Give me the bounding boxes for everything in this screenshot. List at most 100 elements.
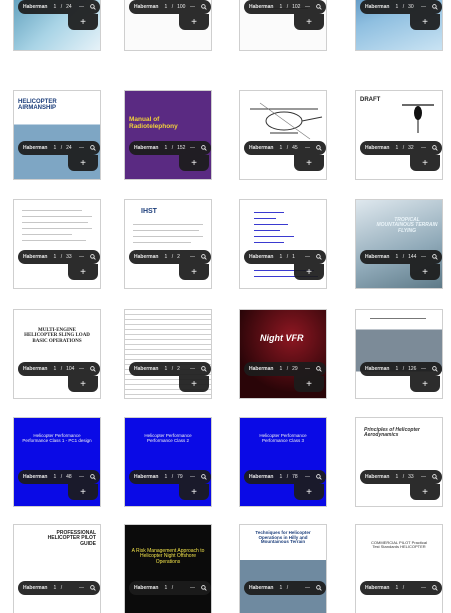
- zoom-out-button[interactable]: —: [305, 145, 310, 151]
- add-button[interactable]: +: [179, 376, 209, 392]
- zoom-out-button[interactable]: —: [305, 254, 310, 260]
- document-tile[interactable]: IHST Haberman 1/2— +: [125, 200, 211, 288]
- document-tile[interactable]: Night VFR Haberman 1/29— +: [240, 310, 326, 398]
- magnifier-icon[interactable]: [316, 4, 322, 10]
- document-tile[interactable]: A Risk Management Approach to Helicopter…: [125, 525, 211, 613]
- magnifier-icon[interactable]: [90, 474, 96, 480]
- zoom-out-button[interactable]: —: [190, 474, 195, 480]
- page-number[interactable]: 1: [164, 4, 167, 10]
- page-number[interactable]: 1: [395, 254, 398, 260]
- page-number[interactable]: 1: [395, 4, 398, 10]
- document-tile[interactable]: Helicopter Performance Performance Class…: [240, 418, 326, 506]
- document-tile[interactable]: Principles of Helicopter Aerodynamics Ha…: [356, 418, 442, 506]
- add-button[interactable]: +: [410, 264, 440, 280]
- add-button[interactable]: +: [68, 155, 98, 171]
- magnifier-icon[interactable]: [201, 585, 207, 591]
- magnifier-icon[interactable]: [316, 474, 322, 480]
- magnifier-icon[interactable]: [432, 4, 438, 10]
- document-tile[interactable]: HELICOPTER AIRMANSHIP Haberman 1/24— +: [14, 91, 100, 179]
- page-number[interactable]: 1: [164, 585, 167, 591]
- add-button[interactable]: +: [410, 484, 440, 500]
- page-number[interactable]: 1: [53, 366, 56, 372]
- magnifier-icon[interactable]: [90, 585, 96, 591]
- page-number[interactable]: 1: [53, 254, 56, 260]
- zoom-out-button[interactable]: —: [421, 145, 426, 151]
- page-number[interactable]: 1: [53, 4, 56, 10]
- page-number[interactable]: 1: [53, 474, 56, 480]
- zoom-out-button[interactable]: —: [190, 145, 195, 151]
- magnifier-icon[interactable]: [90, 145, 96, 151]
- magnifier-icon[interactable]: [316, 254, 322, 260]
- magnifier-icon[interactable]: [432, 474, 438, 480]
- document-tile[interactable]: Haberman 1/1— +: [240, 200, 326, 288]
- page-number[interactable]: 1: [164, 474, 167, 480]
- zoom-out-button[interactable]: —: [305, 585, 310, 591]
- magnifier-icon[interactable]: [316, 585, 322, 591]
- document-tile[interactable]: Haberman 1/33— +: [14, 200, 100, 288]
- page-number[interactable]: 1: [53, 585, 56, 591]
- page-number[interactable]: 1: [164, 254, 167, 260]
- page-number[interactable]: 1: [279, 366, 282, 372]
- magnifier-icon[interactable]: [316, 366, 322, 372]
- magnifier-icon[interactable]: [201, 474, 207, 480]
- document-tile[interactable]: Helicopter Performance Performance Class…: [14, 418, 100, 506]
- document-tile[interactable]: Haberman 1/2— +: [125, 310, 211, 398]
- add-button[interactable]: +: [68, 14, 98, 30]
- document-tile[interactable]: Haberman 1/30— +: [356, 0, 442, 50]
- zoom-out-button[interactable]: —: [190, 254, 195, 260]
- magnifier-icon[interactable]: [432, 254, 438, 260]
- document-tile[interactable]: Techniques for Helicopter Operations in …: [240, 525, 326, 613]
- add-button[interactable]: +: [294, 484, 324, 500]
- page-number[interactable]: 1: [279, 474, 282, 480]
- magnifier-icon[interactable]: [201, 145, 207, 151]
- document-tile[interactable]: TROPICAL MOUNTAINOUS TERRAIN FLYING Habe…: [356, 200, 442, 288]
- add-button[interactable]: +: [179, 484, 209, 500]
- magnifier-icon[interactable]: [432, 585, 438, 591]
- magnifier-icon[interactable]: [432, 145, 438, 151]
- add-button[interactable]: +: [410, 376, 440, 392]
- document-tile[interactable]: Haberman 1/45— +: [240, 91, 326, 179]
- add-button[interactable]: +: [68, 376, 98, 392]
- document-tile[interactable]: COMMERCIAL PILOT Practical Test Standard…: [356, 525, 442, 613]
- page-number[interactable]: 1: [279, 4, 282, 10]
- zoom-out-button[interactable]: —: [421, 4, 426, 10]
- zoom-out-button[interactable]: —: [305, 474, 310, 480]
- page-number[interactable]: 1: [395, 474, 398, 480]
- zoom-out-button[interactable]: —: [421, 254, 426, 260]
- document-tile[interactable]: Haberman 1/126— +: [356, 310, 442, 398]
- document-tile[interactable]: Haberman 1/102— +: [240, 0, 326, 50]
- magnifier-icon[interactable]: [201, 4, 207, 10]
- magnifier-icon[interactable]: [90, 4, 96, 10]
- zoom-out-button[interactable]: —: [79, 145, 84, 151]
- zoom-out-button[interactable]: —: [190, 366, 195, 372]
- magnifier-icon[interactable]: [90, 366, 96, 372]
- add-button[interactable]: +: [179, 155, 209, 171]
- document-tile[interactable]: MULTI-ENGINE HELICOPTER SLING LOAD BASIC…: [14, 310, 100, 398]
- page-number[interactable]: 1: [279, 254, 282, 260]
- add-button[interactable]: +: [410, 155, 440, 171]
- page-number[interactable]: 1: [395, 366, 398, 372]
- add-button[interactable]: +: [179, 14, 209, 30]
- magnifier-icon[interactable]: [316, 145, 322, 151]
- add-button[interactable]: +: [294, 376, 324, 392]
- magnifier-icon[interactable]: [90, 254, 96, 260]
- zoom-out-button[interactable]: —: [79, 585, 84, 591]
- zoom-out-button[interactable]: —: [421, 585, 426, 591]
- document-tile[interactable]: PROFESSIONAL HELICOPTER PILOT GUIDE Habe…: [14, 525, 100, 613]
- zoom-out-button[interactable]: —: [79, 254, 84, 260]
- document-tile[interactable]: Haberman 1/100— +: [125, 0, 211, 50]
- document-tile[interactable]: DRAFT Haberman 1/32— +: [356, 91, 442, 179]
- page-number[interactable]: 1: [279, 145, 282, 151]
- zoom-out-button[interactable]: —: [190, 585, 195, 591]
- zoom-out-button[interactable]: —: [305, 4, 310, 10]
- page-number[interactable]: 1: [53, 145, 56, 151]
- zoom-out-button[interactable]: —: [79, 4, 84, 10]
- magnifier-icon[interactable]: [432, 366, 438, 372]
- document-tile[interactable]: Manual of Radiotelephony Haberman 1/152— …: [125, 91, 211, 179]
- add-button[interactable]: +: [410, 14, 440, 30]
- zoom-out-button[interactable]: —: [421, 474, 426, 480]
- add-button[interactable]: +: [294, 155, 324, 171]
- document-tile[interactable]: Haberman 1/24— +: [14, 0, 100, 50]
- add-button[interactable]: +: [179, 264, 209, 280]
- zoom-out-button[interactable]: —: [79, 474, 84, 480]
